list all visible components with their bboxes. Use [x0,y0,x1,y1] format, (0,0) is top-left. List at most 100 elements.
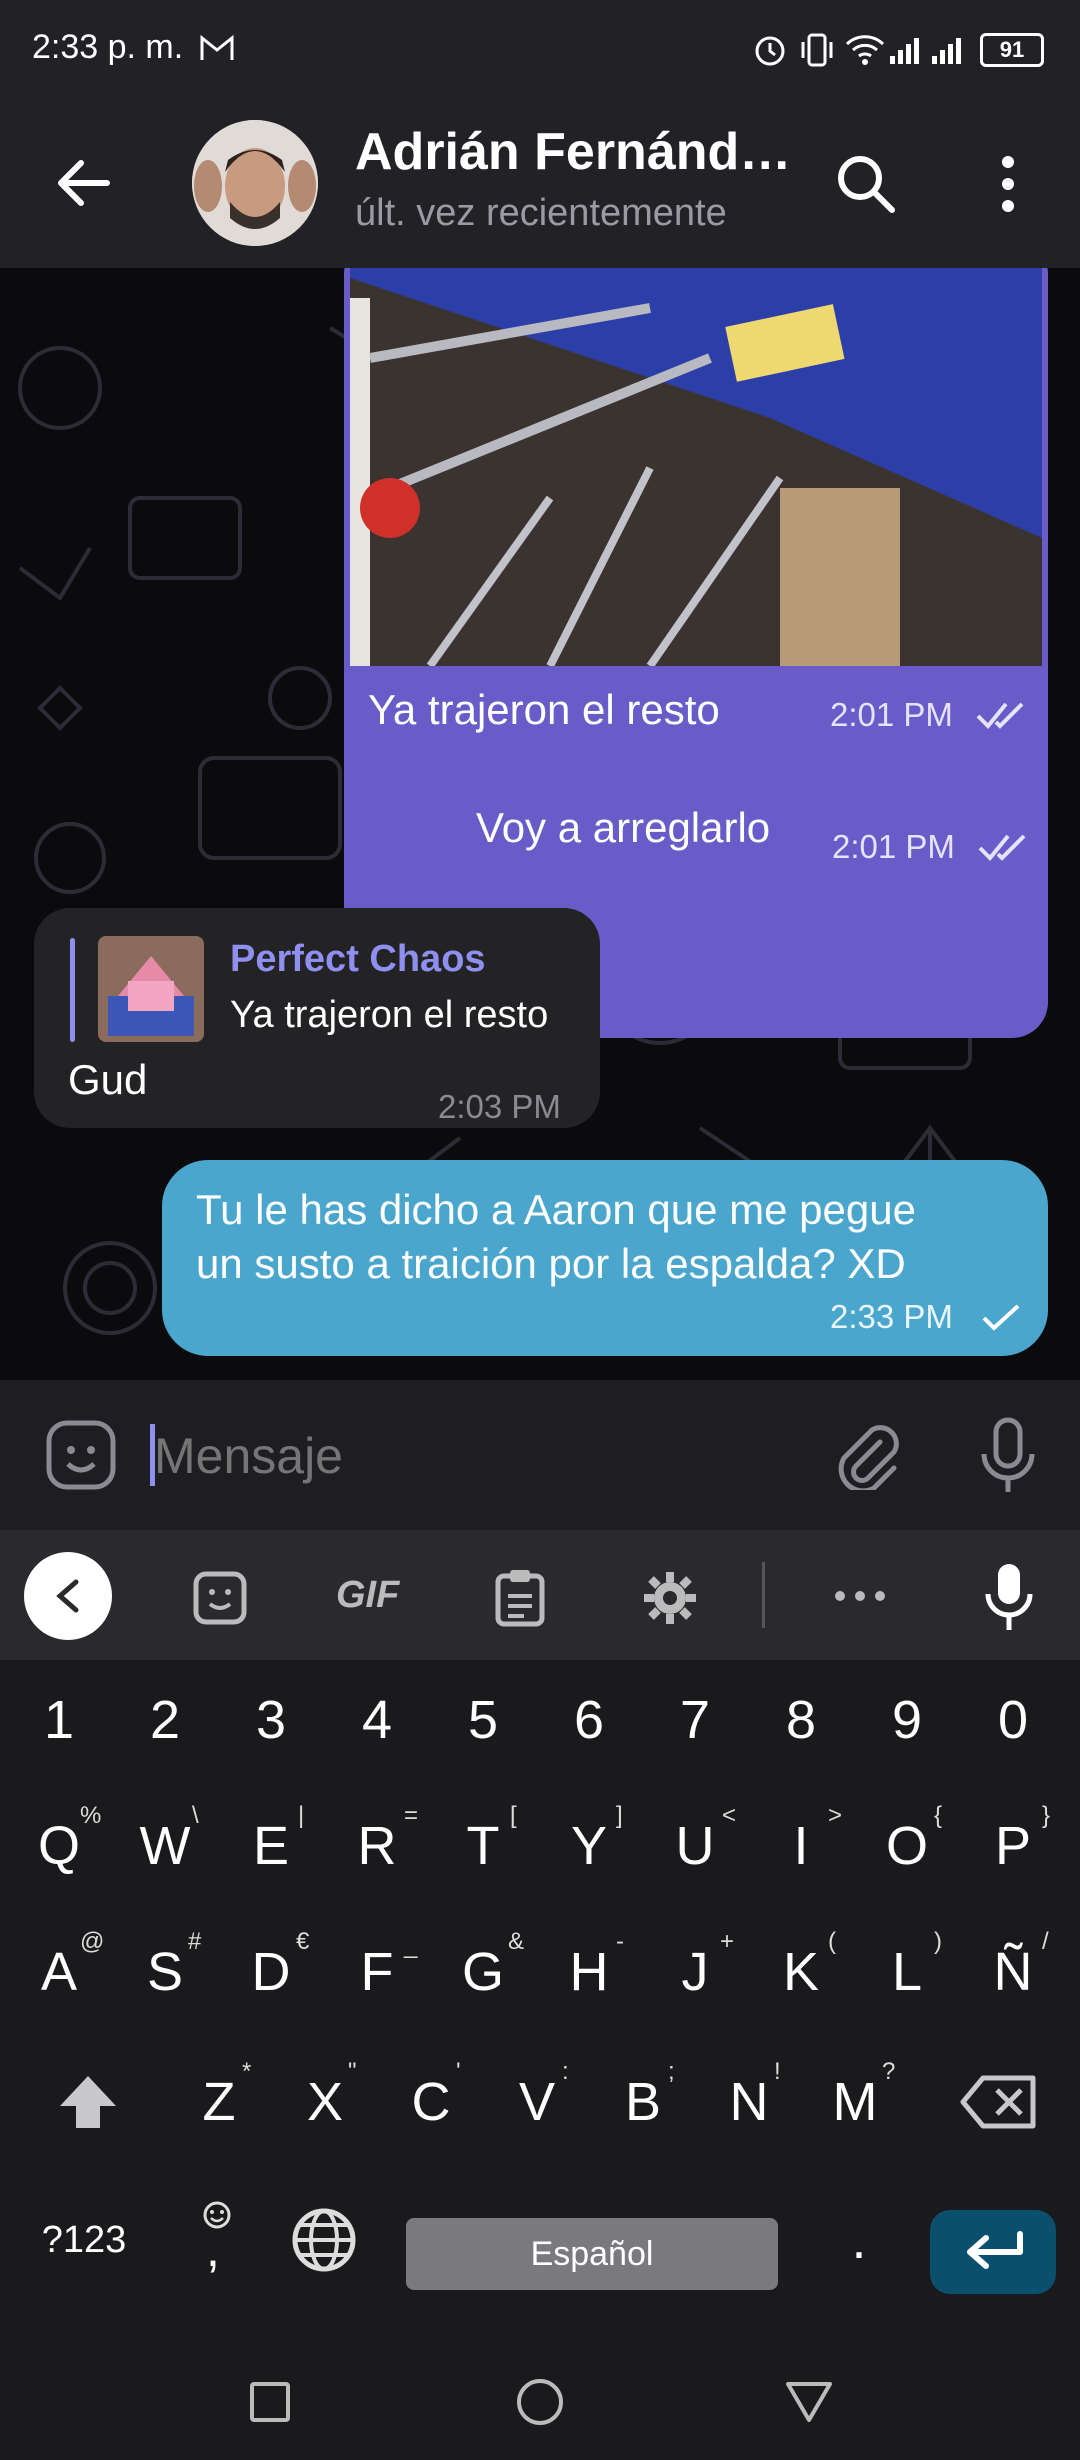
key-w[interactable]: W \ [120,1796,210,1896]
key-l[interactable]: L) [862,1922,952,2022]
more-options-icon[interactable] [994,154,1022,214]
key-4[interactable]: 4 [332,1670,422,1770]
more-horizontal-icon[interactable] [832,1586,888,1606]
key-s[interactable]: S # [120,1922,210,2022]
outgoing-message[interactable]: Voy a arreglarlo 2:01 PM [442,780,1048,884]
key-label: G [461,1942,504,2002]
key-v[interactable]: V: [492,2052,582,2152]
key-alt-label: ] [616,1802,623,1829]
key-k[interactable]: K( [756,1922,846,2022]
key-5[interactable]: 5 [438,1670,528,1770]
keyboard-toolbar: GIF [0,1530,1080,1660]
key-label: B [624,2072,662,2132]
key-y[interactable]: Y] [544,1796,634,1896]
key-o[interactable]: O{ [862,1796,952,1896]
symbols-key[interactable]: ?123 [24,2190,144,2290]
back-triangle-icon[interactable] [784,2378,834,2424]
key-alt-label: # [188,1928,202,1955]
key-label: A [40,1942,78,2002]
key-j[interactable]: J + [650,1922,740,2022]
contact-name[interactable]: Adrián Fernánd… [355,122,791,182]
search-icon[interactable] [834,152,898,216]
key-alt-label: € [296,1928,310,1955]
sticker-icon[interactable] [192,1570,248,1626]
key-g[interactable]: G & [438,1922,528,2022]
message-text-line-2: un susto a traición por la espalda? XD [196,1240,906,1287]
sticker-emoji-icon[interactable] [44,1418,118,1492]
gif-button[interactable]: GIF [336,1574,399,1617]
space-bar[interactable]: Español [406,2218,778,2290]
double-check-icon [978,834,1026,861]
key-t[interactable]: T[ [438,1796,528,1896]
message-input[interactable] [150,1418,806,1494]
key-c[interactable]: C ' [386,2052,476,2152]
key-0[interactable]: 0 [968,1670,1058,1770]
backspace-key[interactable] [944,2052,1054,2152]
clipboard-icon[interactable] [494,1568,546,1628]
message-time: 2:01 PM [832,828,955,865]
reply-text: Ya trajeron el resto [230,994,549,1036]
photo-attachment[interactable] [350,268,1042,666]
avatar-image [192,120,318,246]
chat-area[interactable]: Ya trajeron el resto 2:01 PM Voy a arreg… [0,268,1080,1380]
key-8[interactable]: 8 [756,1670,846,1770]
key-a[interactable]: A @ [14,1922,104,2022]
message-text: Gud [68,1056,148,1103]
key-3[interactable]: 3 [226,1670,316,1770]
battery-icon: 91 [980,33,1044,67]
enter-key[interactable] [930,2210,1056,2294]
system-navigation-bar [0,2340,1080,2460]
key-f[interactable]: F _ [332,1922,422,2022]
avatar[interactable] [192,120,318,246]
key-alt-label: = [404,1802,419,1829]
key-label: Y [570,1816,608,1876]
key-6[interactable]: 6 [544,1670,634,1770]
key-m[interactable]: M? [810,2052,900,2152]
key-u[interactable]: U < [650,1796,740,1896]
microphone-icon[interactable] [978,1416,1038,1496]
incoming-reply-message[interactable]: Perfect Chaos Ya trajeron el resto Gud 2… [34,908,600,1128]
key-7[interactable]: 7 [650,1670,740,1770]
key-label: D [251,1942,291,2002]
status-bar: 2:33 p. m. 91 [0,0,1080,100]
key-2[interactable]: 2 [120,1670,210,1770]
back-arrow-icon[interactable] [55,155,111,211]
comma-key[interactable]: , [176,2190,256,2290]
collapse-toolbar-button[interactable] [24,1552,112,1640]
voice-input-icon[interactable] [984,1560,1034,1634]
key-p[interactable]: P} [968,1796,1058,1896]
key-9[interactable]: 9 [862,1670,952,1770]
key-alt-label: ( [828,1928,836,1955]
key-label: C [411,2072,451,2132]
attach-paperclip-icon[interactable] [830,1420,900,1490]
language-key[interactable] [276,2190,372,2290]
signal-icon-1 [890,38,919,64]
recents-square-icon[interactable] [248,2380,292,2424]
key-label: K [782,1942,820,2002]
key-label: N [729,2072,769,2132]
key-label: L [891,1942,923,2002]
period-key[interactable]: . [814,2190,904,2290]
key-r[interactable]: R = [332,1796,422,1896]
toolbar-divider [762,1562,765,1628]
key-x[interactable]: X " [280,2052,370,2152]
key-n[interactable]: N! [704,2052,794,2152]
key-h[interactable]: H- [544,1922,634,2022]
shift-key[interactable] [40,2052,136,2152]
key-alt-label: _ [404,1932,418,1959]
key-z[interactable]: Z * [174,2052,264,2152]
gmail-icon [200,34,234,60]
key-d[interactable]: D € [226,1922,316,2022]
key-b[interactable]: B; [598,2052,688,2152]
key-q[interactable]: Q% [14,1796,104,1896]
key-enye[interactable]: Ñ / [968,1922,1058,2022]
settings-gear-icon[interactable] [642,1570,698,1626]
key-e[interactable]: E | [226,1796,316,1896]
key-i[interactable]: I > [756,1796,846,1896]
outgoing-message-latest[interactable]: Tu le has dicho a Aaron que me pegue un … [162,1160,1048,1356]
key-alt-label: @ [80,1928,105,1955]
key-1[interactable]: 1 [14,1670,104,1770]
key-label: R [357,1816,397,1876]
message-text: Ya trajeron el resto [368,686,720,733]
home-circle-icon[interactable] [514,2376,566,2428]
